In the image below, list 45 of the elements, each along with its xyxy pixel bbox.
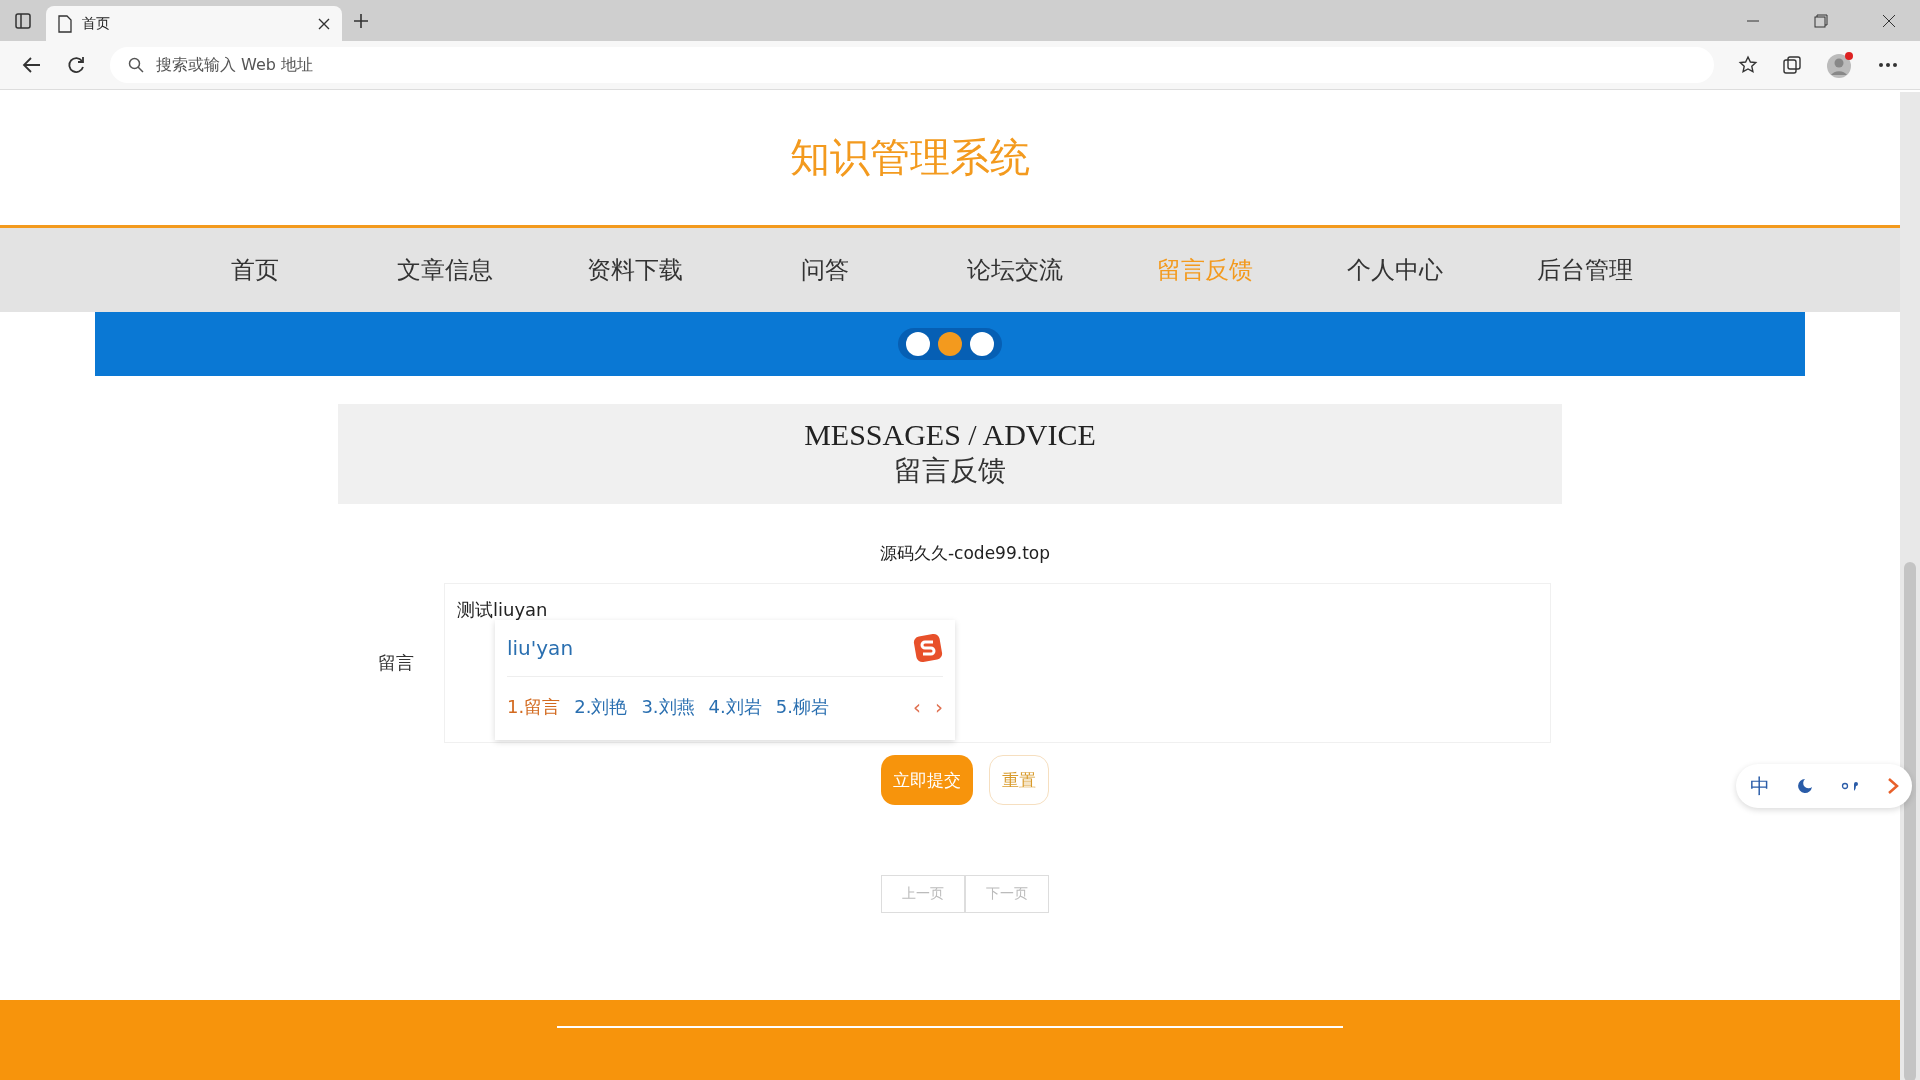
tab-title: 首页 (82, 14, 111, 33)
page-icon (58, 14, 72, 33)
ime-logo-icon (913, 633, 943, 663)
nav-link[interactable]: 后台管理 (1490, 228, 1680, 312)
restore-icon[interactable] (1814, 13, 1828, 28)
ime-candidate[interactable]: 1.留言 (507, 695, 561, 719)
section-title: MESSAGES / ADVICE (804, 418, 1096, 452)
new-tab-icon[interactable] (352, 11, 370, 30)
punctuation-icon[interactable] (1839, 780, 1860, 792)
profile-icon[interactable] (1826, 51, 1854, 79)
scrollbar[interactable] (1900, 92, 1920, 1080)
carousel-dot[interactable] (938, 332, 962, 356)
nav-link[interactable]: 资料下载 (540, 228, 730, 312)
collections-icon[interactable] (1782, 55, 1802, 75)
close-icon[interactable] (318, 17, 330, 30)
ime-candidate[interactable]: 3.刘燕 (641, 695, 695, 719)
ime-composition: liu'yan (507, 636, 574, 660)
moon-icon[interactable] (1796, 778, 1813, 794)
browser-tab[interactable]: 首页 (46, 6, 342, 41)
carousel-dot[interactable] (970, 332, 994, 356)
favorites-icon[interactable] (1738, 55, 1758, 75)
chevron-right-icon[interactable] (1886, 777, 1899, 795)
ime-candidate[interactable]: 5.柳岩 (775, 695, 829, 719)
sidebar-toggle-icon[interactable] (14, 11, 32, 30)
refresh-icon[interactable] (66, 55, 86, 75)
ime-prev[interactable]: ‹ (913, 695, 921, 719)
nav-link[interactable]: 问答 (730, 228, 920, 312)
ime-candidate[interactable]: 2.刘艳 (574, 695, 628, 719)
nav-link[interactable]: 论坛交流 (920, 228, 1110, 312)
message-field[interactable]: 测试liuyan liu'yan 1.留言 2.刘艳 3.刘燕 4.刘岩 5.柳岩 ‹ › (444, 583, 1551, 743)
ime-candidate[interactable]: 4.刘岩 (708, 695, 762, 719)
ime-next[interactable]: › (935, 695, 943, 719)
field-label: 留言 (378, 651, 414, 675)
nav-link[interactable]: 文章信息 (350, 228, 540, 312)
ime-mode[interactable]: 中 (1749, 772, 1770, 800)
close-icon[interactable] (1882, 13, 1896, 28)
address-field[interactable]: 搜索或输入 Web 地址 (110, 47, 1714, 83)
nav-link[interactable]: 个人中心 (1300, 228, 1490, 312)
back-icon[interactable] (22, 55, 42, 75)
more-icon[interactable] (1878, 62, 1898, 68)
carousel-dot[interactable] (906, 332, 930, 356)
nav-link[interactable]: 首页 (160, 228, 350, 312)
source-note: 源码久久-code99.top (879, 542, 1051, 565)
search-icon (128, 57, 144, 73)
section-subtitle: 留言反馈 (894, 453, 1006, 489)
